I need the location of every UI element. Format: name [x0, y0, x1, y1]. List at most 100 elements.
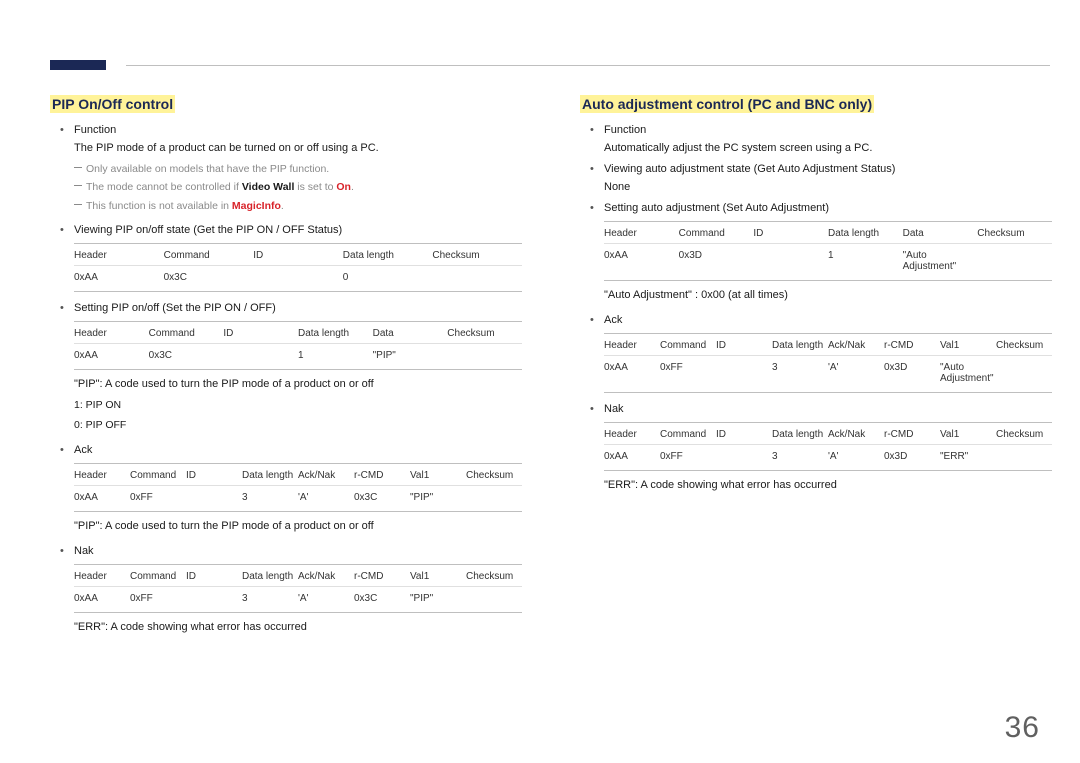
td [186, 485, 242, 511]
td: 0xAA [604, 445, 660, 471]
err-desc: "ERR": A code showing what error has occ… [50, 619, 522, 636]
th: Header [74, 321, 149, 343]
td: 0xFF [130, 485, 186, 511]
th: Command [660, 423, 716, 445]
note-1: Only available on models that have the P… [74, 161, 522, 177]
function-desc-r: Automatically adjust the PC system scree… [604, 140, 1052, 157]
th: Ack/Nak [298, 564, 354, 586]
bullet-ack: Ack [60, 442, 522, 459]
t: This function is not available in [86, 200, 232, 212]
td: 0xAA [74, 265, 164, 291]
th: Data [903, 222, 978, 244]
td: 0xAA [604, 244, 679, 281]
th: Header [604, 222, 679, 244]
td: 0x3C [149, 343, 224, 369]
note-2: The mode cannot be controlled if Video W… [74, 179, 522, 195]
th: Data [373, 321, 448, 343]
th: Ack/Nak [828, 423, 884, 445]
td: 3 [772, 356, 828, 393]
td: 0xAA [74, 485, 130, 511]
td: "PIP" [373, 343, 448, 369]
pip-on: 1: PIP ON [50, 397, 522, 413]
td: 0xAA [74, 343, 149, 369]
err-desc-r: "ERR": A code showing what error has occ… [580, 477, 1052, 494]
th: Val1 [940, 423, 996, 445]
pip-desc-2: "PIP": A code used to turn the PIP mode … [50, 518, 522, 535]
td: 'A' [298, 586, 354, 612]
td: 0x3C [164, 265, 254, 291]
bullet-nak: Nak [60, 543, 522, 560]
td [253, 265, 343, 291]
td: 0xAA [604, 356, 660, 393]
td [223, 343, 298, 369]
table-row: 0xAA 0x3D 1 "Auto Adjustment" [604, 244, 1052, 281]
td: "ERR" [940, 445, 996, 471]
td: 3 [772, 445, 828, 471]
t: . [281, 200, 284, 212]
th: Checksum [432, 243, 522, 265]
function-desc: The PIP mode of a product can be turned … [74, 140, 522, 157]
th: ID [753, 222, 828, 244]
td: 0xFF [130, 586, 186, 612]
th: Data length [298, 321, 373, 343]
table-ack-auto: Header Command ID Data length Ack/Nak r-… [604, 333, 1052, 393]
viewing-sub: None [604, 179, 1052, 196]
th: Ack/Nak [298, 463, 354, 485]
kw-magicinfo: MagicInfo [232, 200, 281, 212]
th: Command [130, 463, 186, 485]
pip-desc: "PIP": A code used to turn the PIP mode … [50, 376, 522, 393]
th: Header [74, 243, 164, 265]
td [996, 445, 1052, 471]
th: Command [660, 334, 716, 356]
th: r-CMD [354, 564, 410, 586]
th: Header [604, 423, 660, 445]
section-title-right: Auto adjustment control (PC and BNC only… [580, 95, 874, 113]
th: Val1 [410, 564, 466, 586]
table-nak-auto: Header Command ID Data length Ack/Nak r-… [604, 422, 1052, 471]
label: Function [604, 124, 646, 136]
left-column: PIP On/Off control Function The PIP mode… [50, 96, 522, 713]
th: Data length [343, 243, 433, 265]
th: Command [679, 222, 754, 244]
notes-group: Only available on models that have the P… [50, 161, 522, 214]
kw-on: On [336, 181, 351, 193]
th: ID [716, 334, 772, 356]
th: r-CMD [354, 463, 410, 485]
th: Command [149, 321, 224, 343]
td: 0xAA [74, 586, 130, 612]
th: Checksum [447, 321, 522, 343]
bullet-viewing-r: Viewing auto adjustment state (Get Auto … [590, 161, 1052, 196]
bullet-setting-r: Setting auto adjustment (Set Auto Adjust… [590, 200, 1052, 217]
td [186, 586, 242, 612]
th: Header [74, 564, 130, 586]
t: The mode cannot be controlled if [86, 181, 242, 193]
th: Checksum [996, 334, 1052, 356]
th: Header [74, 463, 130, 485]
td: 'A' [298, 485, 354, 511]
th: Checksum [466, 463, 522, 485]
td: 3 [242, 485, 298, 511]
th: ID [186, 564, 242, 586]
th: Data length [828, 222, 903, 244]
content: PIP On/Off control Function The PIP mode… [50, 96, 1052, 713]
th: Data length [772, 334, 828, 356]
bullet-viewing-state: Viewing PIP on/off state (Get the PIP ON… [60, 222, 522, 239]
td [716, 356, 772, 393]
th: ID [223, 321, 298, 343]
td [716, 445, 772, 471]
td: 'A' [828, 445, 884, 471]
td: 0x3C [354, 485, 410, 511]
td: 0xFF [660, 445, 716, 471]
th: Data length [242, 564, 298, 586]
th: Val1 [940, 334, 996, 356]
auto-desc: "Auto Adjustment" : 0x00 (at all times) [580, 287, 1052, 304]
td: 1 [298, 343, 373, 369]
table-row: 0xAA 0xFF 3 'A' 0x3C "PIP" [74, 485, 522, 511]
td: "PIP" [410, 586, 466, 612]
bullet-function-r: Function Automatically adjust the PC sys… [590, 122, 1052, 157]
td [977, 244, 1052, 281]
table-row: 0xAA 0xFF 3 'A' 0x3C "PIP" [74, 586, 522, 612]
table-row: 0xAA 0x3C 1 "PIP" [74, 343, 522, 369]
td [432, 265, 522, 291]
th: ID [186, 463, 242, 485]
